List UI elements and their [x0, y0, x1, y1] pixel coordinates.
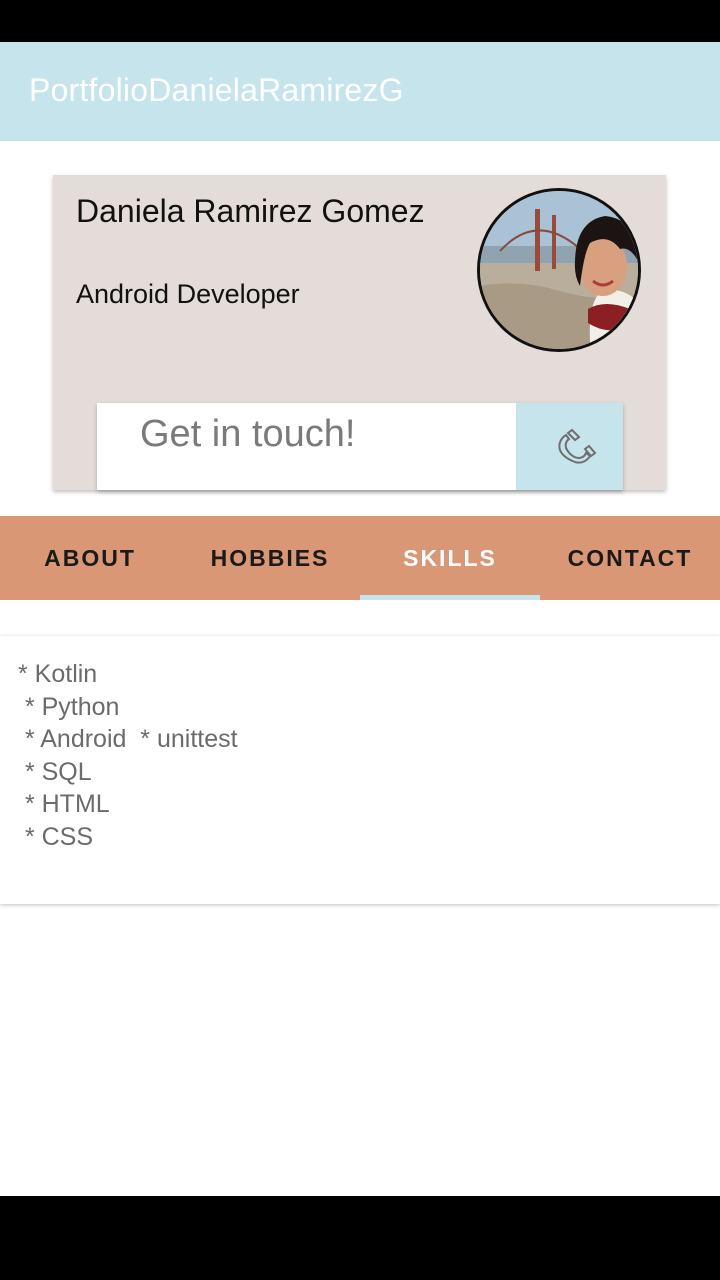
status-bar — [0, 0, 720, 42]
profile-card: Daniela Ramirez Gomez Android Developer — [53, 175, 666, 490]
avatar — [477, 188, 641, 352]
call-button[interactable] — [516, 403, 623, 490]
selected-tab-indicator — [360, 595, 540, 600]
get-in-touch-bar[interactable]: Get in touch! — [97, 403, 623, 490]
tab-contact[interactable]: CONTACT — [540, 516, 720, 600]
tab-skills[interactable]: SKILLS — [360, 516, 540, 600]
navigation-bar — [0, 1196, 720, 1280]
tab-about[interactable]: ABOUT — [0, 516, 180, 600]
profile-role: Android Developer — [76, 279, 300, 309]
device-screen: PortfolioDanielaRamirezG Daniela Ramirez… — [0, 0, 720, 1280]
tab-hobbies[interactable]: HOBBIES — [180, 516, 360, 600]
avatar-photo — [480, 191, 638, 349]
get-in-touch-label: Get in touch! — [140, 413, 356, 455]
app-title: PortfolioDanielaRamirezG — [29, 72, 404, 108]
tab-bar: ABOUT HOBBIES SKILLS CONTACT — [0, 516, 720, 600]
app-bar: PortfolioDanielaRamirezG — [0, 42, 720, 141]
phone-icon — [558, 428, 597, 464]
skills-list: * Kotlin * Python * Android * unittest *… — [18, 660, 238, 851]
profile-name: Daniela Ramirez Gomez — [76, 193, 425, 229]
skills-card: * Kotlin * Python * Android * unittest *… — [0, 636, 720, 904]
app-window: PortfolioDanielaRamirezG Daniela Ramirez… — [0, 42, 720, 1196]
